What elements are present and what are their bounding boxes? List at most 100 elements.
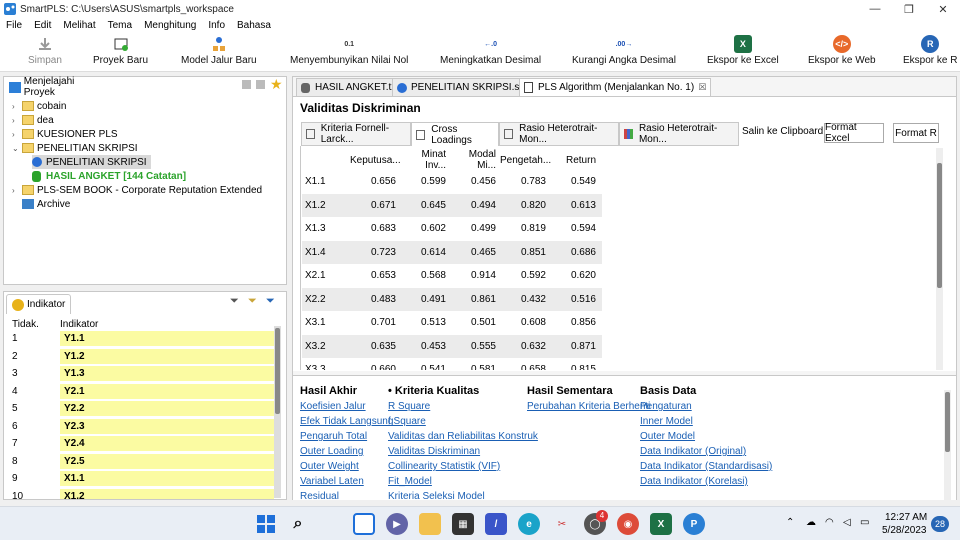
menu-calculate[interactable]: Menghitung bbox=[144, 20, 196, 31]
nav-link[interactable]: Efek Tidak Langsung bbox=[300, 416, 393, 427]
tree-item-penelitian[interactable]: ⌄ PENELITIAN SKRIPSI bbox=[12, 141, 138, 155]
nav-link[interactable]: Data Indikator (Korelasi) bbox=[640, 476, 748, 487]
battery-icon[interactable]: ▭ bbox=[860, 517, 869, 528]
column-header[interactable]: Keputusa... bbox=[350, 155, 401, 166]
edge-browser-icon[interactable]: e bbox=[518, 513, 540, 535]
expand-all-icon[interactable] bbox=[256, 80, 265, 89]
microsoft-store-icon[interactable]: ▦ bbox=[452, 513, 474, 535]
close-window-button[interactable]: ✕ bbox=[926, 0, 960, 18]
nav-link[interactable]: Koefisien Jalur bbox=[300, 401, 366, 412]
nav-link[interactable]: Data Indikator (Standardisasi) bbox=[640, 461, 772, 472]
maximize-button[interactable]: ❐ bbox=[892, 0, 926, 18]
column-header[interactable]: Minat Inv... bbox=[400, 149, 450, 171]
format-excel-button[interactable]: Format Excel bbox=[824, 122, 884, 144]
tree-item-path-model[interactable]: PENELITIAN SKRIPSI bbox=[32, 155, 151, 169]
tab-pls-algorithm[interactable]: PLS Algorithm (Menjalankan No. 1) ☒ bbox=[519, 78, 712, 96]
nav-link[interactable]: Outer Loading bbox=[300, 446, 363, 457]
notification-badge[interactable]: 28 bbox=[931, 516, 949, 532]
nav-link[interactable]: Collinearity Statistik (VIF) bbox=[388, 461, 500, 472]
nav-link[interactable]: R Square bbox=[388, 401, 430, 412]
teams-chat-icon[interactable]: ▶ bbox=[386, 513, 408, 535]
pen-app-icon[interactable]: / bbox=[485, 513, 507, 535]
file-explorer-icon[interactable] bbox=[419, 513, 441, 535]
subtab-cross-loadings[interactable]: Cross Loadings bbox=[411, 122, 499, 146]
subtab-htmt-chart[interactable]: Rasio Heterotrait-Mon... bbox=[619, 122, 739, 146]
menu-language[interactable]: Bahasa bbox=[237, 20, 271, 31]
column-header[interactable]: Return bbox=[550, 155, 600, 166]
hide-zero-button[interactable]: 0.1 Menyembunyikan Nilai Nol bbox=[290, 35, 408, 67]
nav-link[interactable]: Inner Model bbox=[640, 416, 693, 427]
save-button[interactable]: Simpan bbox=[28, 35, 62, 66]
menu-edit[interactable]: Edit bbox=[34, 20, 51, 31]
collapse-all-icon[interactable] bbox=[242, 80, 251, 89]
nav-link[interactable]: Outer Model bbox=[640, 431, 695, 442]
clock-date[interactable]: 5/28/2023 bbox=[882, 525, 927, 536]
export-excel-button[interactable]: X Ekspor ke Excel bbox=[707, 35, 779, 66]
indicator-row[interactable]: 1 Y1.1 bbox=[8, 331, 274, 346]
new-path-model-button[interactable]: Model Jalur Baru bbox=[181, 35, 257, 66]
tree-item-dea[interactable]: › dea bbox=[12, 113, 54, 127]
menu-file[interactable]: File bbox=[6, 20, 22, 31]
export-r-button[interactable]: R Ekspor ke R bbox=[903, 35, 957, 66]
cloud-icon[interactable]: ☁ bbox=[806, 517, 816, 528]
subtab-fornell[interactable]: Kriteria Fornell-Larck... bbox=[301, 122, 411, 146]
menu-info[interactable]: Info bbox=[208, 20, 225, 31]
excel-taskbar-icon[interactable]: X bbox=[650, 513, 672, 535]
nav-link[interactable]: Perubahan Kriteria Berhenti bbox=[527, 401, 650, 412]
tree-item-pls-sem-book[interactable]: › PLS-SEM BOOK - Corporate Reputation Ext… bbox=[12, 183, 262, 197]
indicators-scrollbar[interactable] bbox=[274, 326, 281, 498]
search-icon[interactable]: ⌕ bbox=[287, 513, 309, 535]
col-indicator-header[interactable]: Indikator bbox=[60, 319, 98, 330]
nav-link[interactable]: Validitas dan Reliabilitas Konstruk bbox=[388, 431, 538, 442]
nav-link[interactable]: Kriteria Seleksi Model bbox=[388, 491, 485, 500]
star-icon[interactable]: ★ bbox=[270, 76, 283, 93]
minimize-button[interactable]: — bbox=[858, 0, 892, 18]
decrease-decimal-button[interactable]: .00→ Kurangi Angka Desimal bbox=[572, 35, 676, 67]
indicator-row[interactable]: 8 Y2.5 bbox=[8, 453, 274, 469]
tree-item-archive[interactable]: Archive bbox=[12, 197, 70, 211]
close-tab-icon[interactable]: ☒ bbox=[698, 82, 706, 93]
nav-scrollbar[interactable] bbox=[944, 390, 951, 500]
nav-link[interactable]: Data Indikator (Original) bbox=[640, 446, 746, 457]
nav-link[interactable]: Residual bbox=[300, 491, 339, 500]
new-project-button[interactable]: Proyek Baru bbox=[93, 35, 148, 66]
chevron-up-icon[interactable]: ⌃ bbox=[786, 517, 794, 528]
nav-link[interactable]: Pengaruh Total bbox=[300, 431, 367, 442]
snap-widgets-icon[interactable] bbox=[353, 513, 375, 535]
filter-icon[interactable]: ⏷ bbox=[230, 295, 239, 308]
column-header[interactable]: Modal Mi... bbox=[450, 149, 500, 171]
tree-item-kuesioner[interactable]: › KUESIONER PLS bbox=[12, 127, 118, 141]
filter-yellow-icon[interactable]: ⏷ bbox=[248, 295, 257, 308]
nav-link[interactable]: f Square bbox=[388, 416, 426, 427]
subtab-htmt[interactable]: Rasio Heterotrait-Mon... bbox=[499, 122, 619, 146]
indicator-row[interactable]: 6 Y2.3 bbox=[8, 418, 274, 434]
nav-link[interactable]: Variabel Laten bbox=[300, 476, 364, 487]
table-scrollbar[interactable] bbox=[936, 148, 943, 370]
nav-link[interactable]: Outer Weight bbox=[300, 461, 359, 472]
tree-item-cobain[interactable]: › cobain bbox=[12, 99, 66, 113]
clock-time[interactable]: 12:27 AM bbox=[885, 512, 927, 523]
volume-icon[interactable]: ◁ bbox=[843, 517, 851, 528]
indicator-row[interactable]: 10 X1.2 bbox=[8, 488, 274, 499]
tree-item-dataset[interactable]: HASIL ANGKET [144 Catatan] bbox=[32, 169, 186, 183]
menu-view[interactable]: Melihat bbox=[63, 20, 95, 31]
col-no-header[interactable]: Tidak. bbox=[8, 319, 60, 330]
nav-link[interactable]: Validitas Diskriminan bbox=[388, 446, 480, 457]
menu-theme[interactable]: Tema bbox=[108, 20, 132, 31]
indicator-row[interactable]: 7 Y2.4 bbox=[8, 436, 274, 451]
indicator-row[interactable]: 5 Y2.2 bbox=[8, 401, 274, 416]
indicator-row[interactable]: 2 Y1.2 bbox=[8, 348, 274, 364]
format-r-button[interactable]: Format R bbox=[893, 123, 939, 143]
indicator-row[interactable]: 4 Y2.1 bbox=[8, 383, 274, 399]
snipping-tool-icon[interactable]: ✂ bbox=[551, 513, 573, 535]
increase-decimal-button[interactable]: ←.0 Meningkatkan Desimal bbox=[440, 35, 541, 67]
tab-project-explorer[interactable]: Menjelajahi Proyek bbox=[4, 76, 100, 98]
tab-hasil-angket[interactable]: HASIL ANGKET.txt bbox=[296, 78, 405, 96]
filter-blue-icon[interactable]: ⏷ bbox=[266, 295, 275, 308]
windows-start-icon[interactable] bbox=[255, 513, 277, 535]
nav-link[interactable]: Pengaturan bbox=[640, 401, 692, 412]
smartpls-taskbar-icon[interactable]: P bbox=[683, 513, 705, 535]
chrome-browser-icon[interactable]: ◉ bbox=[617, 513, 639, 535]
wifi-icon[interactable]: ◠ bbox=[825, 517, 834, 528]
nav-link[interactable]: Fit_Model bbox=[388, 476, 432, 487]
